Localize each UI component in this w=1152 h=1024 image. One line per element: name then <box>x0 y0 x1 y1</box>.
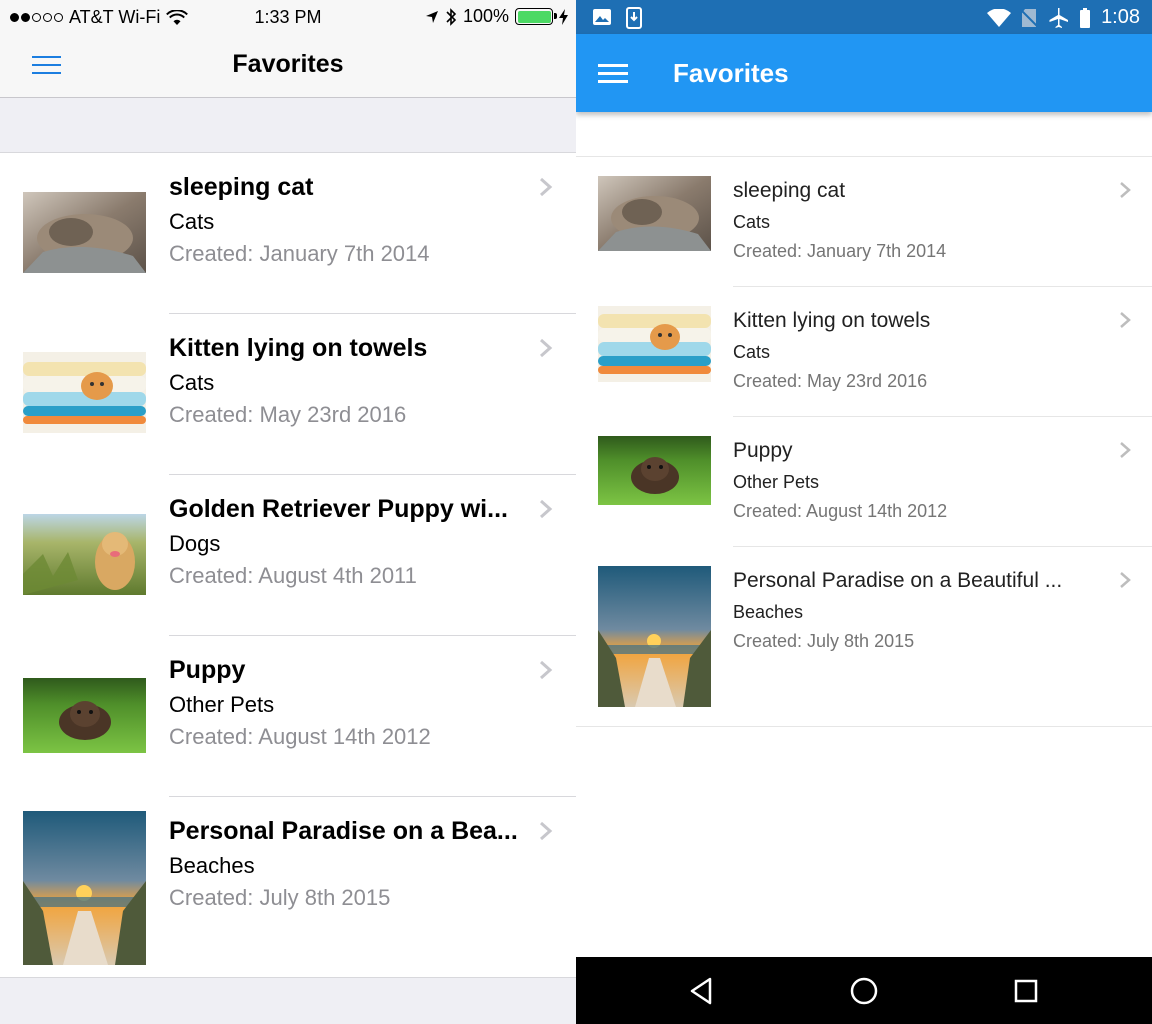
android-status-bar: 1:08 <box>576 0 1152 34</box>
list-item[interactable]: Kitten lying on towels Cats Created: May… <box>0 314 576 475</box>
status-time: 1:08 <box>1101 6 1140 28</box>
item-created-date: Created: January 7th 2014 <box>733 241 947 261</box>
kitten-photo-icon <box>23 352 146 433</box>
item-title: Puppy <box>169 656 246 684</box>
item-created-date: Created: January 7th 2014 <box>169 241 430 266</box>
item-category: Other Pets <box>169 692 275 717</box>
item-created-date: Created: May 23rd 2016 <box>169 402 407 427</box>
ios-screen: AT&T Wi-Fi 1:33 PM 100% Favorites sleepi… <box>0 0 576 1024</box>
item-title: Personal Paradise on a Beautiful ... <box>733 569 1063 592</box>
list-item[interactable]: Golden Retriever Puppy wi... Dogs Create… <box>0 475 576 636</box>
list-item[interactable]: Kitten lying on towels Cats Created: May… <box>576 287 1152 417</box>
item-category: Beaches <box>169 853 255 878</box>
battery-icon <box>1080 7 1091 28</box>
item-title: Puppy <box>733 439 793 462</box>
ios-status-bar: AT&T Wi-Fi 1:33 PM 100% <box>0 0 576 34</box>
battery-icon <box>515 8 557 25</box>
cat-photo-icon <box>598 176 711 251</box>
ios-nav-bar: Favorites <box>0 34 576 98</box>
battery-percent: 100% <box>462 6 509 26</box>
item-category: Beaches <box>733 602 804 622</box>
chevron-right-icon <box>1120 442 1131 458</box>
hamburger-menu-icon[interactable] <box>598 64 628 84</box>
item-category: Cats <box>733 212 771 232</box>
bluetooth-icon <box>446 7 457 26</box>
item-category: Dogs <box>169 531 221 556</box>
page-title: Favorites <box>232 50 344 78</box>
list-item[interactable]: Personal Paradise on a Beautiful ... Bea… <box>576 547 1152 727</box>
kitten-photo-icon <box>598 306 711 382</box>
airplane-mode-icon <box>1049 7 1069 28</box>
favorites-list: sleeping cat Cats Created: January 7th 2… <box>0 152 576 978</box>
puppy-photo-icon <box>598 436 711 505</box>
recents-square-icon[interactable] <box>1010 975 1042 1007</box>
item-created-date: Created: August 14th 2012 <box>169 724 431 749</box>
item-title: Kitten lying on towels <box>169 334 428 362</box>
home-circle-icon[interactable] <box>848 975 880 1007</box>
item-category: Cats <box>169 209 215 234</box>
list-item[interactable]: sleeping cat Cats Created: January 7th 2… <box>576 157 1152 287</box>
wifi-icon <box>987 8 1012 27</box>
item-title: Kitten lying on towels <box>733 309 931 332</box>
back-triangle-icon[interactable] <box>686 975 718 1007</box>
item-created-date: Created: May 23rd 2016 <box>733 371 928 391</box>
item-created-date: Created: August 14th 2012 <box>733 501 948 521</box>
list-item[interactable]: Puppy Other Pets Created: August 14th 20… <box>0 636 576 797</box>
download-notification-icon <box>626 7 642 29</box>
chevron-right-icon <box>1120 572 1131 588</box>
beach-photo-icon <box>23 811 146 965</box>
puppy-photo-icon <box>23 678 146 753</box>
beach-photo-icon <box>598 566 711 707</box>
list-item[interactable]: Personal Paradise on a Bea... Beaches Cr… <box>0 797 576 979</box>
chevron-right-icon <box>1120 182 1131 198</box>
item-created-date: Created: July 8th 2015 <box>733 631 915 651</box>
cat-photo-icon <box>23 192 146 273</box>
item-category: Cats <box>733 342 771 362</box>
chevron-right-icon <box>540 499 553 519</box>
page-title: Favorites <box>673 58 789 88</box>
android-app-bar: Favorites <box>576 34 1152 112</box>
item-created-date: Created: August 4th 2011 <box>169 563 417 588</box>
item-title: Golden Retriever Puppy wi... <box>169 495 508 523</box>
image-notification-icon <box>593 9 611 25</box>
item-category: Cats <box>169 370 215 395</box>
chevron-right-icon <box>540 821 553 841</box>
item-created-date: Created: July 8th 2015 <box>169 885 391 910</box>
no-sim-icon <box>1021 8 1038 27</box>
android-screen: 1:08 Favorites sleeping cat Cats Created… <box>576 0 1152 1024</box>
item-title: Personal Paradise on a Bea... <box>169 817 518 845</box>
chevron-right-icon <box>1120 312 1131 328</box>
location-arrow-icon <box>425 10 438 23</box>
android-navigation-bar <box>576 957 1152 1024</box>
charging-bolt-icon <box>559 8 568 25</box>
list-item[interactable]: Puppy Other Pets Created: August 14th 20… <box>576 417 1152 547</box>
chevron-right-icon <box>540 660 553 680</box>
chevron-right-icon <box>540 177 553 197</box>
item-title: sleeping cat <box>169 173 314 201</box>
item-title: sleeping cat <box>733 179 846 202</box>
chevron-right-icon <box>540 338 553 358</box>
golden-puppy-photo-icon <box>23 514 146 595</box>
list-item[interactable]: sleeping cat Cats Created: January 7th 2… <box>0 153 576 314</box>
item-category: Other Pets <box>733 472 820 492</box>
